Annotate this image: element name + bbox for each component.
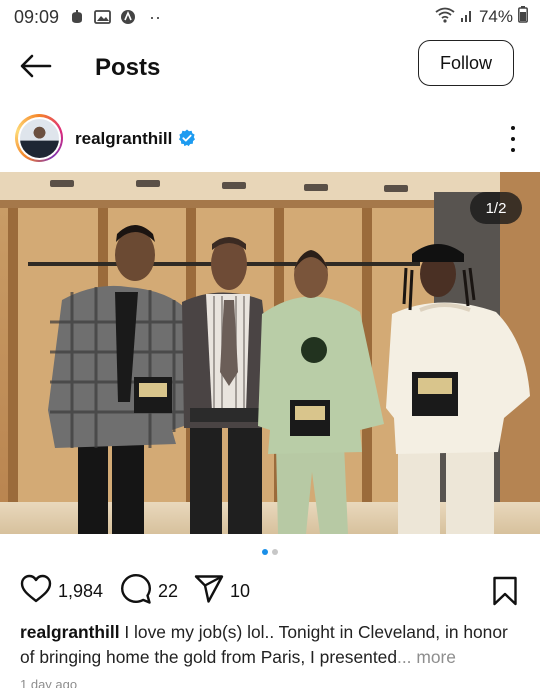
notification-icon	[69, 9, 85, 25]
top-bar: Posts Follow	[0, 38, 540, 90]
caption-more-link[interactable]: ... more	[397, 647, 456, 667]
post-actions: 1,984 22 10	[0, 573, 540, 610]
like-count: 1,984	[58, 580, 104, 601]
carousel-dot	[272, 549, 278, 555]
heart-icon	[20, 574, 52, 609]
wifi-icon	[435, 7, 455, 28]
comment-count: 22	[158, 580, 179, 601]
follow-button[interactable]: Follow	[418, 40, 514, 86]
like-button[interactable]: 1,984	[20, 574, 103, 608]
more-options-icon[interactable]	[508, 126, 518, 152]
post-caption: realgranthill I love my job(s) lol.. Ton…	[20, 620, 524, 670]
post-username[interactable]: realgranthill	[75, 129, 172, 149]
page-title: Posts	[95, 54, 161, 81]
send-icon	[194, 574, 224, 609]
battery-icon	[518, 6, 528, 28]
caption-username[interactable]: realgranthill	[20, 622, 120, 642]
post-image[interactable]: 1/2	[0, 172, 540, 534]
status-time: 09:09	[14, 6, 60, 27]
status-overflow: ··	[149, 6, 162, 27]
gallery-icon	[94, 9, 111, 25]
avatar[interactable]	[15, 114, 63, 162]
carousel-page-indicator: 1/2	[470, 192, 522, 224]
comment-button[interactable]: 22	[120, 573, 179, 610]
post-header: realgranthill	[0, 112, 540, 164]
share-button[interactable]: 10	[194, 574, 250, 608]
verified-badge-icon	[178, 129, 196, 147]
carousel-dot-active	[262, 549, 268, 555]
battery-percent: 74%	[478, 7, 513, 26]
carousel-dots	[0, 549, 540, 555]
comment-icon	[120, 573, 152, 610]
share-count: 10	[230, 580, 251, 601]
app-icon	[120, 9, 136, 25]
bookmark-icon[interactable]	[492, 576, 518, 606]
post-timestamp: 1 day ago	[20, 677, 78, 688]
back-arrow-icon[interactable]	[18, 52, 54, 80]
signal-icon	[460, 7, 474, 28]
status-bar: 09:09 ·· 74%	[0, 0, 540, 34]
